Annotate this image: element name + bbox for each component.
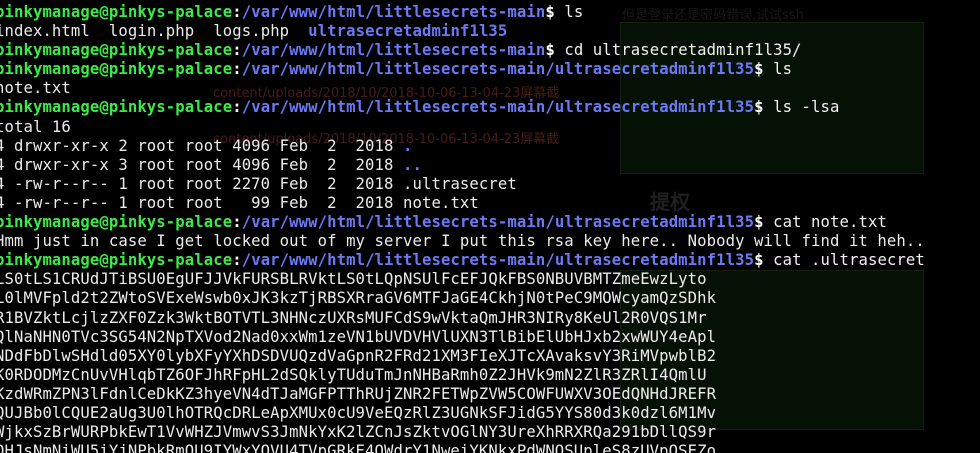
file-entry: .ultrasecret: [403, 174, 517, 193]
output-text: QlNaNHN0TVc3SG54N2NpTXVod2Nad0xxWm1zeVN1…: [0, 327, 717, 346]
prompt-line: pinkymanage@pinkys-palace:/var/www/html/…: [0, 98, 980, 117]
output-text: total 16: [0, 117, 71, 136]
output-line: R1BVZktLcjlzZXF0Zzk3WktBOTVTL3NHNczUXRsM…: [0, 309, 980, 328]
output-line: note.txt: [0, 79, 980, 98]
terminal-output[interactable]: pinkymanage@pinkys-palace:/var/www/html/…: [0, 0, 980, 453]
prompt-path: /var/www/html/littlesecrets-main/ultrase…: [241, 98, 755, 117]
prompt-user-host: pinkymanage@pinkys-palace: [0, 60, 233, 79]
output-line: WjkxSzBrWURPbkEwT1VvWHZJVmwvS3JmNkYxK2lZ…: [0, 423, 980, 442]
output-text: OHJsNmNiWU5iYjNPbkRmOU9IYWxYQVU4TVpGRkE4…: [0, 442, 717, 453]
prompt-user-host: pinkymanage@pinkys-palace: [0, 41, 233, 60]
output-line: K0RDODMzCnUvVHlqbTZ6OFJhRFpHL2dSQklyTUdu…: [0, 366, 980, 385]
output-text: note.txt: [0, 79, 71, 98]
file-metadata: 4 -rw-r--r-- 1 root root 99 Feb 2 2018: [0, 193, 403, 212]
file-entry: login.php: [108, 22, 195, 41]
prompt-path: /var/www/html/littlesecrets-main/ultrase…: [241, 213, 755, 232]
prompt-line: pinkymanage@pinkys-palace:/var/www/html/…: [0, 60, 980, 79]
prompt-path: /var/www/html/littlesecrets-main/ultrase…: [241, 60, 755, 79]
prompt-separator: :: [232, 41, 242, 60]
output-text: QUJBb0lCQUE2aUg3U0lhOTRQcDRLeApXMUx0cU9V…: [0, 403, 717, 422]
output-text: R1BVZktLcjlzZXF0Zzk3WktBOTVTL3NHNczUXRsM…: [0, 308, 707, 327]
output-line: QUJBb0lCQUE2aUg3U0lhOTRQcDRLeApXMUx0cU9V…: [0, 404, 980, 423]
output-text: NDdFbDlwSHdld05XY0lybXFyYXhDSDVUQzdVaGpn…: [0, 346, 717, 365]
command-text: cat note.txt: [773, 213, 887, 232]
file-entry: note.txt: [403, 193, 479, 212]
output-line: L0lMVFpld2t2ZWtoSVExeWswb0xJK3kzTjRBSXRr…: [0, 289, 980, 308]
prompt-symbol: $: [754, 98, 764, 117]
prompt-line: pinkymanage@pinkys-palace:/var/www/html/…: [0, 251, 980, 270]
prompt-line: pinkymanage@pinkys-palace:/var/www/html/…: [0, 213, 980, 232]
file-metadata: 4 drwxr-xr-x 2 root root 4096 Feb 2 2018: [0, 136, 403, 155]
prompt-user-host: pinkymanage@pinkys-palace: [0, 213, 233, 232]
prompt-symbol: $: [754, 213, 764, 232]
prompt-path: /var/www/html/littlesecrets-main/ultrase…: [241, 251, 755, 270]
prompt-user-host: pinkymanage@pinkys-palace: [0, 251, 233, 270]
directory-entry: ..: [403, 155, 422, 174]
prompt-symbol: $: [754, 60, 764, 79]
file-entry: index.html: [0, 22, 90, 41]
output-text: L0lMVFpld2t2ZWtoSVExeWswb0xJK3kzTjRBSXRr…: [0, 289, 717, 308]
prompt-line: pinkymanage@pinkys-palace:/var/www/html/…: [0, 3, 980, 22]
prompt-symbol: $: [545, 3, 555, 21]
file-metadata: 4 drwxr-xr-x 3 root root 4096 Feb 2 2018: [0, 155, 403, 174]
prompt-symbol: $: [754, 251, 764, 270]
directory-entry: ultrasecretadminf1l35: [308, 22, 508, 41]
ls-long-entry: 4 drwxr-xr-x 3 root root 4096 Feb 2 2018…: [0, 156, 980, 175]
ls-long-entry: 4 drwxr-xr-x 2 root root 4096 Feb 2 2018…: [0, 137, 980, 156]
output-text: K0RDODMzCnUvVHlqbTZ6OFJhRFpHL2dSQklyTUdu…: [0, 365, 707, 384]
prompt-user-host: pinkymanage@pinkys-palace: [0, 98, 233, 117]
command-text: ls: [773, 60, 793, 79]
output-text: WjkxSzBrWURPbkEwT1VvWHZJVmwvS3JmNkYxK2lZ…: [0, 423, 717, 442]
command-text: ls: [564, 3, 584, 21]
file-metadata: 4 -rw-r--r-- 1 root root 2270 Feb 2 2018: [0, 174, 403, 193]
command-text: cat .ultrasecret: [773, 251, 925, 270]
prompt-separator: :: [232, 251, 242, 270]
command-text: cd ultrasecretadminf1l35/: [564, 41, 802, 60]
output-line: OHJsNmNiWU5iYjNPbkRmOU9IYWxYQVU4TVpGRkE4…: [0, 442, 980, 453]
prompt-separator: :: [232, 3, 242, 21]
output-line: KzdWRmZPN3lFdnlCeDkKZ3hyeVN4dTJaMGFPTThR…: [0, 385, 980, 404]
directory-entry: .: [403, 136, 413, 155]
output-text: Hmm just in case I get locked out of my …: [0, 232, 925, 251]
prompt-line: pinkymanage@pinkys-palace:/var/www/html/…: [0, 41, 980, 60]
prompt-separator: :: [232, 60, 242, 79]
prompt-separator: :: [232, 98, 242, 117]
prompt-user-host: pinkymanage@pinkys-palace: [0, 3, 233, 21]
output-line: LS0tLS1CRUdJTiBSU0EgUFJJVkFURSBLRVktLS0t…: [0, 270, 980, 289]
output-text: LS0tLS1CRUdJTiBSU0EgUFJJVkFURSBLRVktLS0t…: [0, 270, 707, 289]
output-text: KzdWRmZPN3lFdnlCeDkKZ3hyeVN4dTJaMGFPTThR…: [0, 384, 717, 403]
prompt-symbol: $: [545, 41, 555, 60]
output-line: Hmm just in case I get locked out of my …: [0, 232, 980, 251]
prompt-separator: :: [232, 213, 242, 232]
output-line: QlNaNHN0TVc3SG54N2NpTXVod2Nad0xxWm1zeVN1…: [0, 328, 980, 347]
output-line: NDdFbDlwSHdld05XY0lybXFyYXhDSDVUQzdVaGpn…: [0, 347, 980, 366]
ls-long-entry: 4 -rw-r--r-- 1 root root 99 Feb 2 2018 n…: [0, 194, 980, 213]
command-text: ls -lsa: [773, 98, 840, 117]
ls-output-line: index.html login.php logs.php ultrasecre…: [0, 22, 980, 41]
ls-long-entry: 4 -rw-r--r-- 1 root root 2270 Feb 2 2018…: [0, 175, 980, 194]
file-entry: logs.php: [213, 22, 290, 41]
prompt-path: /var/www/html/littlesecrets-main: [241, 41, 546, 60]
output-line: total 16: [0, 118, 980, 137]
prompt-path: /var/www/html/littlesecrets-main: [241, 3, 546, 21]
